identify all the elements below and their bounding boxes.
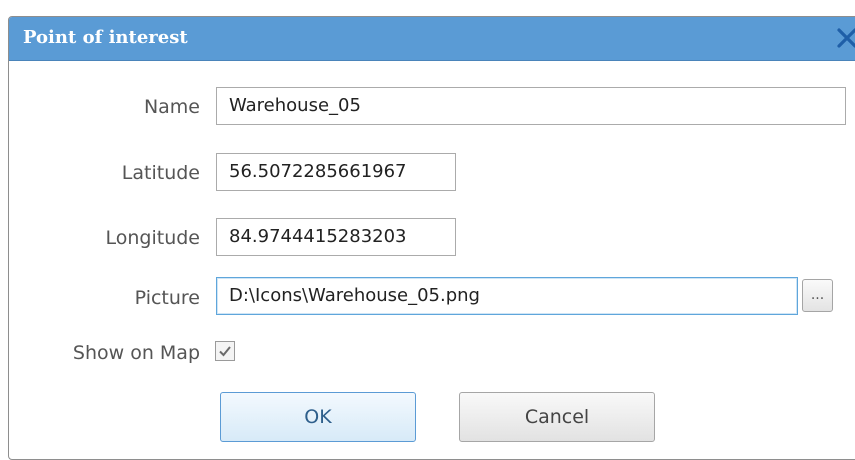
checkmark-icon (219, 346, 231, 357)
close-button[interactable] (834, 23, 855, 53)
dialog-title: Point of interest (23, 27, 188, 48)
show-on-map-checkbox[interactable] (215, 341, 235, 361)
latitude-input[interactable]: 56.5072285661967 (216, 153, 456, 191)
point-of-interest-dialog: Point of interest Name Warehouse_05 Lati… (8, 16, 855, 460)
picture-label: Picture (134, 287, 200, 309)
close-icon (837, 28, 855, 48)
cancel-button[interactable]: Cancel (459, 392, 655, 442)
dialog-titlebar: Point of interest (9, 17, 855, 61)
show-on-map-label: Show on Map (72, 342, 200, 364)
browse-button[interactable]: ... (802, 279, 833, 312)
longitude-input[interactable]: 84.9744415283203 (216, 218, 456, 256)
name-input[interactable]: Warehouse_05 (216, 87, 846, 125)
name-label: Name (143, 96, 200, 118)
picture-path-input[interactable]: D:\Icons\Warehouse_05.png (216, 277, 798, 315)
latitude-label: Latitude (121, 162, 200, 184)
ok-button[interactable]: OK (220, 392, 416, 442)
longitude-label: Longitude (105, 227, 201, 249)
